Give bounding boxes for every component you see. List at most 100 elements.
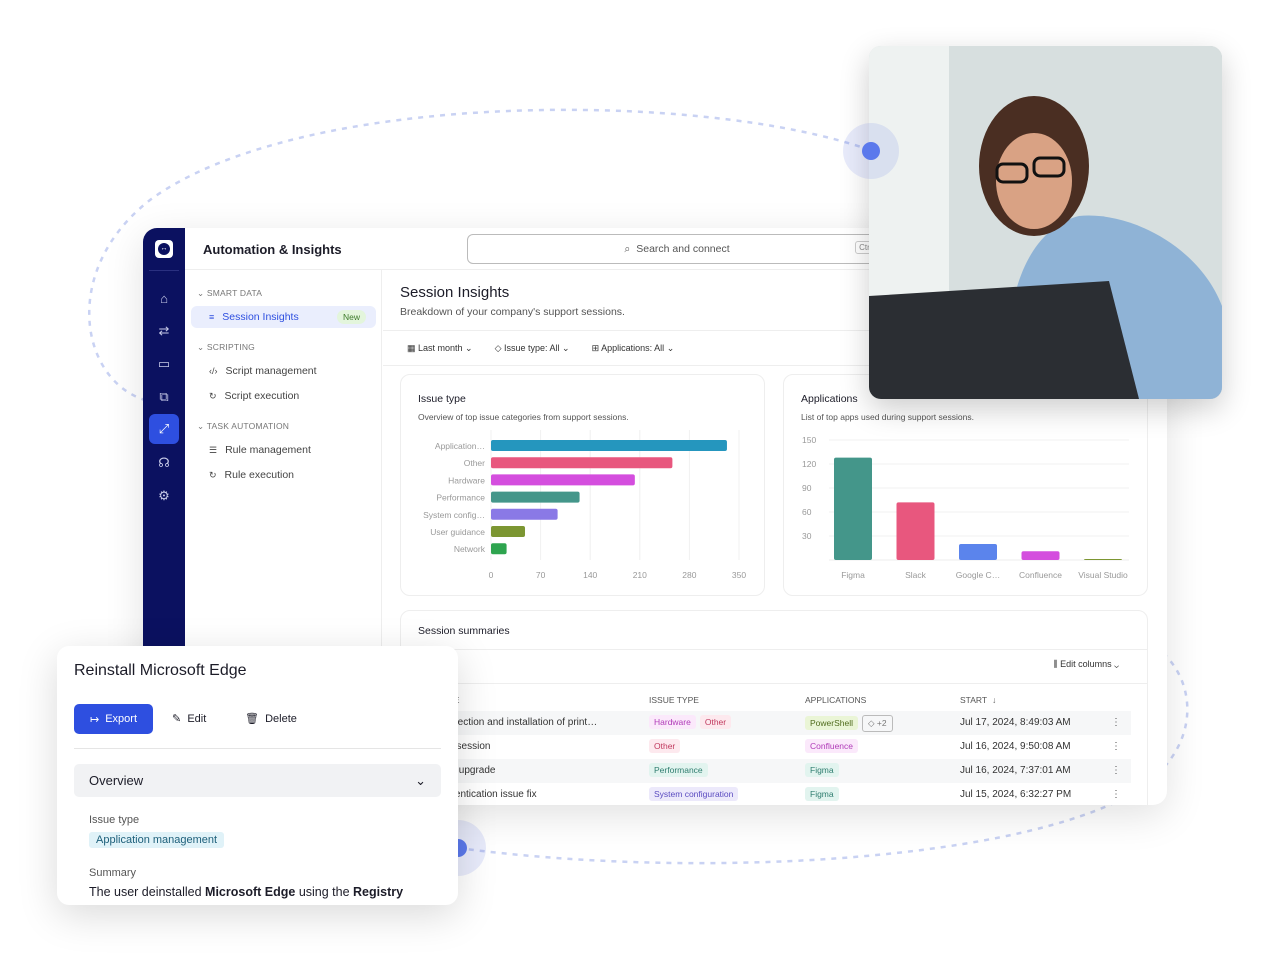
date-filter[interactable]: ▦ Last month ⌄: [407, 343, 473, 354]
start-time: Jul 16, 2024, 7:37:01 AM: [960, 765, 1071, 776]
more-apps-tag: ◇ +2: [862, 715, 893, 732]
nav-section-header[interactable]: ⌄ TASK AUTOMATION: [197, 421, 289, 432]
bar-2: [491, 474, 635, 486]
table-row[interactable]: ew session Other Confluence Jul 16, 2024, 9…: [401, 735, 1131, 759]
delete-button[interactable]: 🗑 Delete: [245, 712, 297, 725]
row-menu-icon[interactable]: ⋮: [1111, 765, 1121, 776]
tag: Performance: [649, 763, 708, 777]
x-tick-label: 210: [633, 570, 647, 580]
session-detail-panel: Reinstall Microsoft Edge ↦ Export ✎ Edit …: [57, 646, 458, 905]
nav-item-icon: ☰: [209, 444, 218, 455]
y-category-label: Network: [454, 544, 486, 554]
nav-item-label: Script execution: [224, 390, 300, 402]
y-category-label: Hardware: [448, 475, 485, 485]
card-title: Issue type: [418, 393, 466, 405]
summary-label: Summary: [89, 867, 137, 879]
tag-icon: ◇: [868, 718, 875, 728]
issue-type-filter[interactable]: ◇ Issue type: All ⌄: [495, 343, 570, 354]
x-tick-label: 70: [536, 570, 546, 580]
table-row[interactable]: onnection and installation of print… Hard…: [401, 711, 1131, 735]
x-tick-label: 350: [732, 570, 746, 580]
y-category-label: System config…: [423, 510, 485, 520]
app-title: Automation & Insights: [203, 242, 342, 257]
table-row[interactable]: uthentication issue fix System configurat…: [401, 783, 1131, 805]
search-icon: ⌕: [624, 242, 631, 255]
tag: System configuration: [649, 787, 739, 801]
card-title: Session summaries: [418, 625, 510, 637]
card-subtitle: List of top apps used during support ses…: [801, 412, 974, 422]
overview-accordion[interactable]: Overview ⌄: [74, 764, 441, 797]
nav-item-label: Rule management: [225, 444, 311, 456]
edit-button[interactable]: ✎ Edit: [172, 712, 206, 725]
page-title: Session Insights: [400, 284, 510, 301]
nav-item-icon: ≡: [209, 312, 215, 322]
export-button[interactable]: ↦ Export: [74, 704, 153, 734]
bar-2: [959, 544, 997, 560]
applications-chart: 30 60 90 120 150 Figma Slack Google C… Confluenc…: [802, 435, 1129, 580]
y-category-label: Other: [464, 458, 485, 468]
bar-1: [896, 502, 935, 560]
chevron-down-icon: ⌄: [197, 421, 205, 431]
export-icon: ↦: [89, 713, 100, 726]
person-illustration: [869, 46, 1222, 399]
nav-item-script-management[interactable]: ‹/› Script management: [191, 360, 376, 382]
issue-tags: System configuration: [649, 787, 742, 801]
nav-item-session-insights[interactable]: ≡ Session Insights New: [191, 306, 376, 328]
issue-tags: Hardware Other: [649, 715, 735, 729]
photo-woman-with-laptop: [869, 46, 1222, 399]
tag: Figma: [805, 787, 839, 801]
nav-item-rule-management[interactable]: ☰ Rule management: [191, 439, 376, 461]
nav-item-rule-execution[interactable]: ↻ Rule execution: [191, 464, 376, 486]
column-header[interactable]: ISSUE TYPE: [649, 695, 699, 705]
y-tick-label: 120: [802, 459, 816, 469]
column-header[interactable]: START: [960, 695, 987, 705]
transfer-icon[interactable]: ⇄: [152, 319, 176, 343]
row-menu-icon[interactable]: ⋮: [1111, 789, 1121, 800]
remote-device-icon[interactable]: ▭: [152, 352, 176, 376]
connector-dot: [843, 123, 899, 179]
row-menu-icon[interactable]: ⋮: [1111, 717, 1121, 728]
issue-type-label: Issue type: [89, 814, 140, 826]
nav-section-header[interactable]: ⌄ SMART DATA: [197, 288, 262, 299]
start-time: Jul 15, 2024, 6:32:27 PM: [960, 789, 1072, 800]
chevron-down-icon: ⌄: [197, 342, 205, 352]
card-subtitle: Overview of top issue categories from su…: [418, 412, 629, 422]
search-input[interactable]: ⌕Search and connectCtrl + K: [467, 234, 890, 264]
y-category-label: User guidance: [430, 527, 485, 537]
table-row[interactable]: AM upgrade Performance Figma Jul 16, 2024, …: [401, 759, 1131, 783]
home-icon[interactable]: ⌂: [152, 286, 176, 310]
chevron-down-icon: ⌄: [197, 288, 205, 298]
column-header[interactable]: APPLICATIONS: [805, 695, 866, 705]
bar-5: [491, 526, 526, 537]
x-category-label: Confluence: [1019, 570, 1062, 580]
issue-type-tag: Application management: [89, 832, 225, 848]
issue-type-card: Issue type Overview of top issue categor…: [400, 374, 765, 596]
app-tags: PowerShell ◇ +2: [805, 715, 897, 732]
applications-filter[interactable]: ⊞ Applications: All ⌄: [592, 343, 675, 354]
nav-item-icon: ↻: [209, 390, 217, 401]
nav-item-label: Script management: [225, 365, 317, 377]
settings-icon[interactable]: ⚙: [152, 484, 176, 508]
row-menu-icon[interactable]: ⋮: [1111, 741, 1121, 752]
issue-tags: Performance: [649, 763, 712, 777]
nav-section-header[interactable]: ⌄ SCRIPTING: [197, 342, 255, 353]
chevron-down-icon: ⌄: [415, 773, 426, 788]
y-category-label: Performance: [436, 493, 485, 503]
bar-4: [491, 508, 558, 520]
card-title: Applications: [801, 393, 858, 405]
sort-desc-icon[interactable]: ↓: [992, 695, 996, 705]
x-tick-label: 0: [489, 570, 494, 580]
automation-icon[interactable]: ⤢: [149, 414, 179, 444]
y-tick-label: 90: [802, 483, 812, 493]
nav-item-script-execution[interactable]: ↻ Script execution: [191, 385, 376, 407]
bar-3: [491, 491, 580, 503]
nav-item-icon: ↻: [209, 469, 217, 480]
bar-0: [834, 457, 872, 560]
sessions-icon[interactable]: ⧉: [152, 385, 176, 409]
y-category-label: Application…: [435, 441, 485, 451]
new-badge: New: [336, 310, 366, 324]
support-icon[interactable]: ☊: [152, 451, 176, 475]
bar-6: [491, 543, 507, 555]
issue-type-chart: 0 70 140 210 280 350 Application… Other Hardware…: [423, 430, 746, 580]
y-tick-label: 150: [802, 435, 816, 445]
